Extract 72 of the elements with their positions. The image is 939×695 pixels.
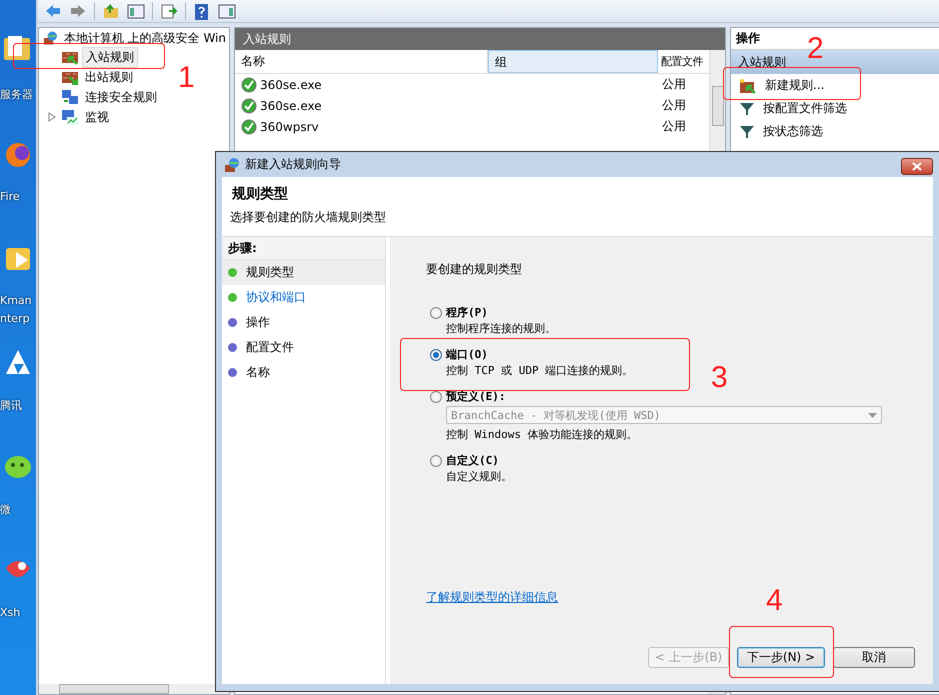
page-heading: 规则类型 xyxy=(230,185,289,203)
steps-title: 步骤: xyxy=(222,237,385,260)
table-cell: 360se.exe xyxy=(260,98,322,112)
desktop-icon-label[interactable]: 服务器 xyxy=(0,87,36,102)
firewall-globe-icon xyxy=(43,30,58,46)
table-cell: 360wpsrv xyxy=(260,120,319,134)
step-number: 4 xyxy=(766,585,783,617)
desktop-icon-label[interactable]: Kman xyxy=(0,294,36,307)
option-description: 控制 Windows 体验功能连接的规则。 xyxy=(446,427,639,442)
panel-icon[interactable] xyxy=(127,2,145,20)
option-label[interactable]: 程序(P) xyxy=(446,305,556,321)
group-label: 要创建的规则类型 xyxy=(426,261,523,278)
step-item[interactable]: 规则类型 xyxy=(222,260,385,285)
tree-item[interactable]: 出站规则 xyxy=(82,68,136,86)
forward-arrow-icon[interactable] xyxy=(69,2,87,20)
monitor-icon xyxy=(61,109,79,125)
filter-icon xyxy=(739,100,755,116)
close-icon xyxy=(912,162,922,171)
action-item[interactable]: 新建规则... xyxy=(731,74,939,97)
tree-item[interactable]: 连接安全规则 xyxy=(82,88,160,106)
option-label[interactable]: 自定义(C) xyxy=(446,453,512,469)
step-item[interactable]: 名称 xyxy=(222,360,385,385)
radio-button[interactable] xyxy=(430,307,442,319)
step-number: 1 xyxy=(178,62,195,94)
option-label[interactable]: 端口(O) xyxy=(446,347,634,363)
dialog-button[interactable]: 下一步(N) > xyxy=(737,647,825,668)
firewall-globe-icon xyxy=(224,156,240,172)
option-description: 控制 TCP 或 UDP 端口连接的规则。 xyxy=(446,363,634,378)
tree-item[interactable]: 本地计算机 上的高级安全 Win xyxy=(60,28,229,47)
radio-button[interactable] xyxy=(430,455,442,467)
option-description: 控制程序连接的规则。 xyxy=(446,321,556,336)
radio-button[interactable] xyxy=(430,349,442,361)
radio-button[interactable] xyxy=(430,391,442,403)
close-button[interactable] xyxy=(901,158,933,175)
desktop-icon-label[interactable]: 腾讯 xyxy=(0,398,36,413)
option-description: 自定义规则。 xyxy=(446,469,512,484)
desktop-icon-label[interactable]: Fire xyxy=(0,190,36,203)
tree-item[interactable]: 监视 xyxy=(82,108,112,126)
table-cell-text: 公用 xyxy=(661,118,687,135)
window-title: 新建入站规则向导 xyxy=(245,156,341,173)
column-header[interactable]: 配置文件 xyxy=(658,50,709,73)
check-circle-icon xyxy=(241,98,257,114)
desktop-icon-label[interactable]: Xsh xyxy=(0,606,36,619)
help-link[interactable]: 了解规则类型的详细信息 xyxy=(426,589,558,606)
help-icon[interactable] xyxy=(193,2,211,20)
step-item[interactable]: 操作 xyxy=(222,310,385,335)
column-header[interactable]: 组 xyxy=(488,50,658,73)
filter-icon xyxy=(739,124,755,140)
horizontal-scrollbar[interactable] xyxy=(39,684,229,694)
action-item[interactable]: 按状态筛选 xyxy=(731,120,939,143)
table-cell: 360se.exe xyxy=(260,78,322,92)
action-item[interactable]: 按配置文件筛选 xyxy=(731,97,939,120)
computers-icon xyxy=(61,89,79,105)
back-arrow-icon[interactable] xyxy=(44,2,62,20)
desktop-icon-label[interactable]: nterp xyxy=(0,312,36,325)
desktop-icon-label[interactable]: 微 xyxy=(0,502,36,517)
firewall-arrow-icon xyxy=(739,78,757,94)
export-list-icon[interactable] xyxy=(160,2,178,20)
check-circle-icon xyxy=(241,118,257,134)
dropdown-arrow-icon xyxy=(868,412,877,418)
check-circle-icon xyxy=(241,76,257,92)
dialog-button[interactable]: 取消 xyxy=(833,647,915,668)
panel-icon[interactable] xyxy=(218,2,236,20)
page-subtitle: 选择要创建的防火墙规则类型 xyxy=(230,209,387,226)
step-item[interactable]: 协议和端口 xyxy=(222,285,385,310)
tree-item[interactable]: 入站规则 xyxy=(82,46,138,68)
pane-title: 入站规则 xyxy=(235,28,725,50)
step-item[interactable]: 配置文件 xyxy=(222,335,385,360)
expand-arrow-icon[interactable] xyxy=(48,112,56,122)
table-cell-text: 公用 xyxy=(661,97,687,114)
table-cell-text: 公用 xyxy=(661,76,687,93)
folder-up-icon[interactable] xyxy=(102,2,120,20)
